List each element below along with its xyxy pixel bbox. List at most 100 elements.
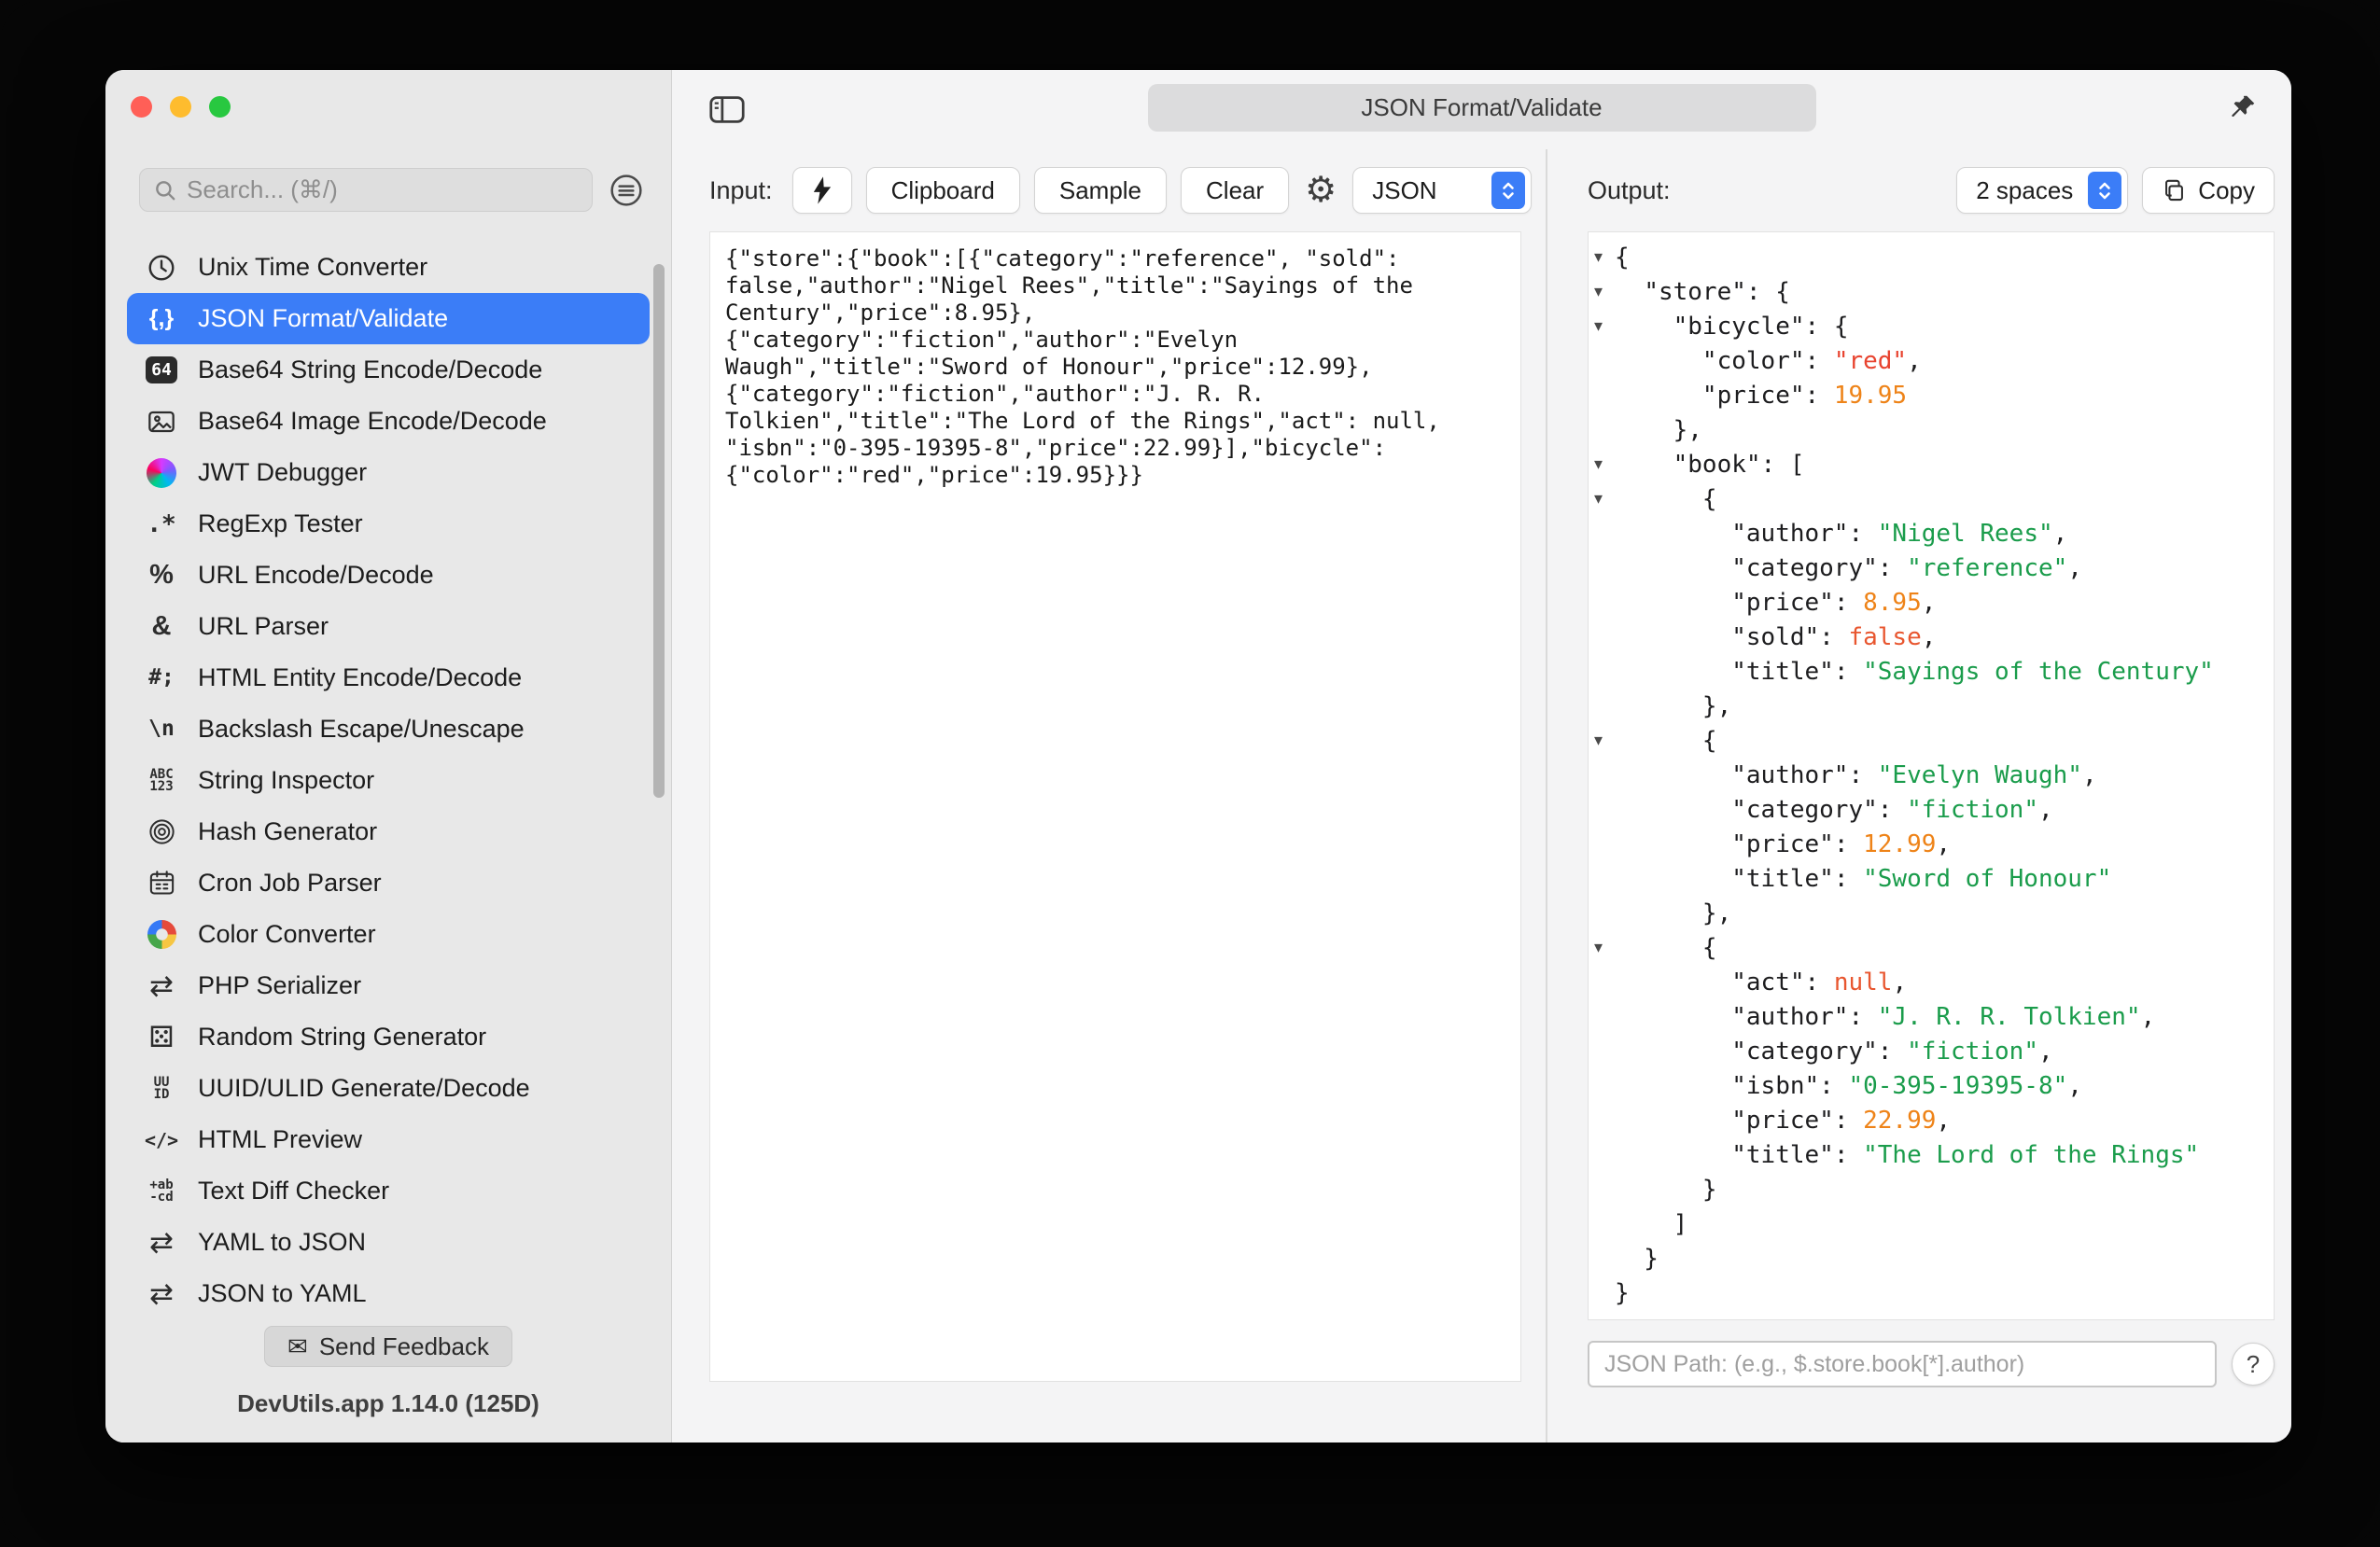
- entity-icon: #;: [148, 665, 175, 690]
- format-select[interactable]: JSON: [1352, 167, 1533, 214]
- help-button[interactable]: ?: [2232, 1343, 2275, 1386]
- sidebar-item-base64-image-encode-decode[interactable]: Base64 Image Encode/Decode: [127, 396, 650, 447]
- sidebar-toggle-button[interactable]: [709, 95, 745, 124]
- output-code: {: [1615, 933, 1717, 962]
- sidebar-item-url-parser[interactable]: & URL Parser: [127, 601, 650, 652]
- output-code: "price": 8.95,: [1731, 588, 1937, 617]
- output-line: ▾ "store": {: [1594, 274, 2264, 309]
- sidebar-item-json-format-validate[interactable]: {,} JSON Format/Validate: [127, 293, 650, 344]
- fold-triangle-icon[interactable]: ▾: [1594, 282, 1615, 301]
- clipboard-button[interactable]: Clipboard: [865, 167, 1020, 214]
- stepper-icon: [2088, 172, 2122, 209]
- fold-triangle-icon[interactable]: ▾: [1594, 938, 1615, 957]
- fold-triangle-icon[interactable]: ▾: [1594, 247, 1615, 267]
- copy-button[interactable]: Copy: [2142, 167, 2275, 214]
- sidebar-item-label: HTML Preview: [198, 1125, 363, 1153]
- search-box[interactable]: [139, 168, 593, 212]
- swap-icon: ⇄: [149, 1277, 174, 1310]
- sidebar-item-yaml-to-json[interactable]: ⇄ YAML to JSON: [127, 1217, 650, 1268]
- sidebar-item-backslash-escape-unescape[interactable]: \n Backslash Escape/Unescape: [127, 704, 650, 755]
- minimize-button[interactable]: [170, 96, 191, 118]
- fingerprint-icon: [142, 813, 181, 852]
- sidebar-scrollbar[interactable]: [653, 264, 665, 798]
- sidebar-item-base64-string-encode-decode[interactable]: 64 Base64 String Encode/Decode: [127, 344, 650, 396]
- fold-triangle-icon[interactable]: ▾: [1594, 454, 1615, 474]
- output-code: }: [1615, 1244, 1659, 1273]
- fold-triangle-icon[interactable]: ▾: [1594, 731, 1615, 750]
- output-line: ▾{: [1594, 240, 2264, 274]
- regexp-icon: .*: [147, 509, 176, 538]
- sidebar-item-random-string-generator[interactable]: ⚄ Random String Generator: [127, 1011, 650, 1063]
- input-editor[interactable]: {"store":{"book":[{"category":"reference…: [709, 231, 1521, 1382]
- sidebar-item-hash-generator[interactable]: Hash Generator: [127, 806, 650, 857]
- close-button[interactable]: [131, 96, 152, 118]
- output-line: "title": "The Lord of the Rings": [1594, 1137, 2264, 1172]
- zoom-button[interactable]: [209, 96, 231, 118]
- sidebar-item-label: Backslash Escape/Unescape: [198, 715, 525, 743]
- indent-select[interactable]: 2 spaces: [1956, 167, 2129, 214]
- output-code: },: [1615, 899, 1732, 927]
- sidebar-item-php-serializer[interactable]: ⇄ PHP Serializer: [127, 960, 650, 1011]
- output-code: "category": "reference",: [1731, 553, 2082, 582]
- output-code: "price": 19.95: [1701, 381, 1908, 410]
- sidebar-item-cron-job-parser[interactable]: Cron Job Parser: [127, 857, 650, 909]
- output-code: "book": [: [1673, 450, 1805, 479]
- output-line: }: [1594, 1172, 2264, 1206]
- swap-icon: ⇄: [149, 969, 174, 1002]
- sidebar-item-label: Hash Generator: [198, 817, 378, 845]
- settings-gear-button[interactable]: ⚙: [1303, 173, 1338, 208]
- output-line: "category": "fiction",: [1594, 792, 2264, 827]
- fold-triangle-icon[interactable]: ▾: [1594, 489, 1615, 509]
- sidebar-item-string-inspector[interactable]: ABC 123 String Inspector: [127, 755, 650, 806]
- output-code: },: [1615, 415, 1702, 444]
- output-line: }: [1594, 1241, 2264, 1275]
- sidebar-item-html-entity-encode-decode[interactable]: #; HTML Entity Encode/Decode: [127, 652, 650, 704]
- devutils-window: Unix Time Converter {,} JSON Format/Valida…: [105, 70, 2291, 1442]
- clear-button[interactable]: Clear: [1181, 167, 1290, 214]
- output-code: "color": "red",: [1701, 346, 1922, 375]
- output-code: "isbn": "0-395-19395-8",: [1731, 1071, 2082, 1100]
- output-line: ▾ {: [1594, 723, 2264, 758]
- sidebar-item-color-converter[interactable]: Color Converter: [127, 909, 650, 960]
- json-path-input[interactable]: [1588, 1341, 2217, 1387]
- search-input[interactable]: [187, 175, 579, 204]
- output-line: "price": 22.99,: [1594, 1103, 2264, 1137]
- clock-icon: [142, 248, 181, 287]
- filter-menu-button[interactable]: [606, 170, 647, 211]
- percent-icon: %: [149, 560, 174, 590]
- main-area: JSON Format/Validate Input: Clipboard Sa…: [672, 70, 2291, 1442]
- fold-triangle-icon[interactable]: ▾: [1594, 316, 1615, 336]
- sidebar-item-url-encode-decode[interactable]: % URL Encode/Decode: [127, 550, 650, 601]
- sidebar-item-regexp-tester[interactable]: .* RegExp Tester: [127, 498, 650, 550]
- output-line: ▾ {: [1594, 930, 2264, 965]
- base64-icon: 64: [142, 351, 181, 390]
- output-line: },: [1594, 412, 2264, 447]
- send-feedback-button[interactable]: ✉ Send Feedback: [264, 1326, 512, 1367]
- output-code: "sold": false,: [1731, 622, 1937, 651]
- output-line: ]: [1594, 1206, 2264, 1241]
- output-line: "category": "reference",: [1594, 551, 2264, 585]
- sample-button[interactable]: Sample: [1033, 167, 1168, 214]
- lightning-icon: [813, 176, 831, 204]
- sidebar-item-html-preview[interactable]: </> HTML Preview: [127, 1114, 650, 1165]
- output-code: "store": {: [1644, 277, 1790, 306]
- output-line: "author": "Evelyn Waugh",: [1594, 758, 2264, 792]
- sidebar-item-label: UUID/ULID Generate/Decode: [198, 1074, 530, 1102]
- content-area: Input: Clipboard Sample Clear ⚙ JSON {"s…: [672, 149, 2291, 1442]
- sidebar-item-label: PHP Serializer: [198, 971, 362, 999]
- output-code: "title": "The Lord of the Rings": [1731, 1140, 2200, 1169]
- active-tool-tab[interactable]: JSON Format/Validate: [1147, 84, 1816, 132]
- sidebar-item-json-to-yaml[interactable]: ⇄ JSON to YAML: [127, 1268, 650, 1319]
- pin-button[interactable]: [2228, 92, 2258, 122]
- output-line: ▾ {: [1594, 481, 2264, 516]
- output-editor[interactable]: ▾{▾ "store": {▾ "bicycle": { "color": "r…: [1588, 231, 2275, 1320]
- sidebar-item-uuid-ulid-generate-decode[interactable]: UU ID UUID/ULID Generate/Decode: [127, 1063, 650, 1114]
- sidebar-item-unix-time-converter[interactable]: Unix Time Converter: [127, 242, 650, 293]
- auto-detect-button[interactable]: [791, 167, 852, 214]
- output-code: "category": "fiction",: [1731, 1037, 2053, 1066]
- sidebar-item-label: YAML to JSON: [198, 1228, 367, 1256]
- sidebar-item-jwt-debugger[interactable]: JWT Debugger: [127, 447, 650, 498]
- sidebar-item-text-diff-checker[interactable]: +ab -cd Text Diff Checker: [127, 1165, 650, 1217]
- sidebar-item-label: Base64 String Encode/Decode: [198, 355, 543, 383]
- output-line: "price": 8.95,: [1594, 585, 2264, 620]
